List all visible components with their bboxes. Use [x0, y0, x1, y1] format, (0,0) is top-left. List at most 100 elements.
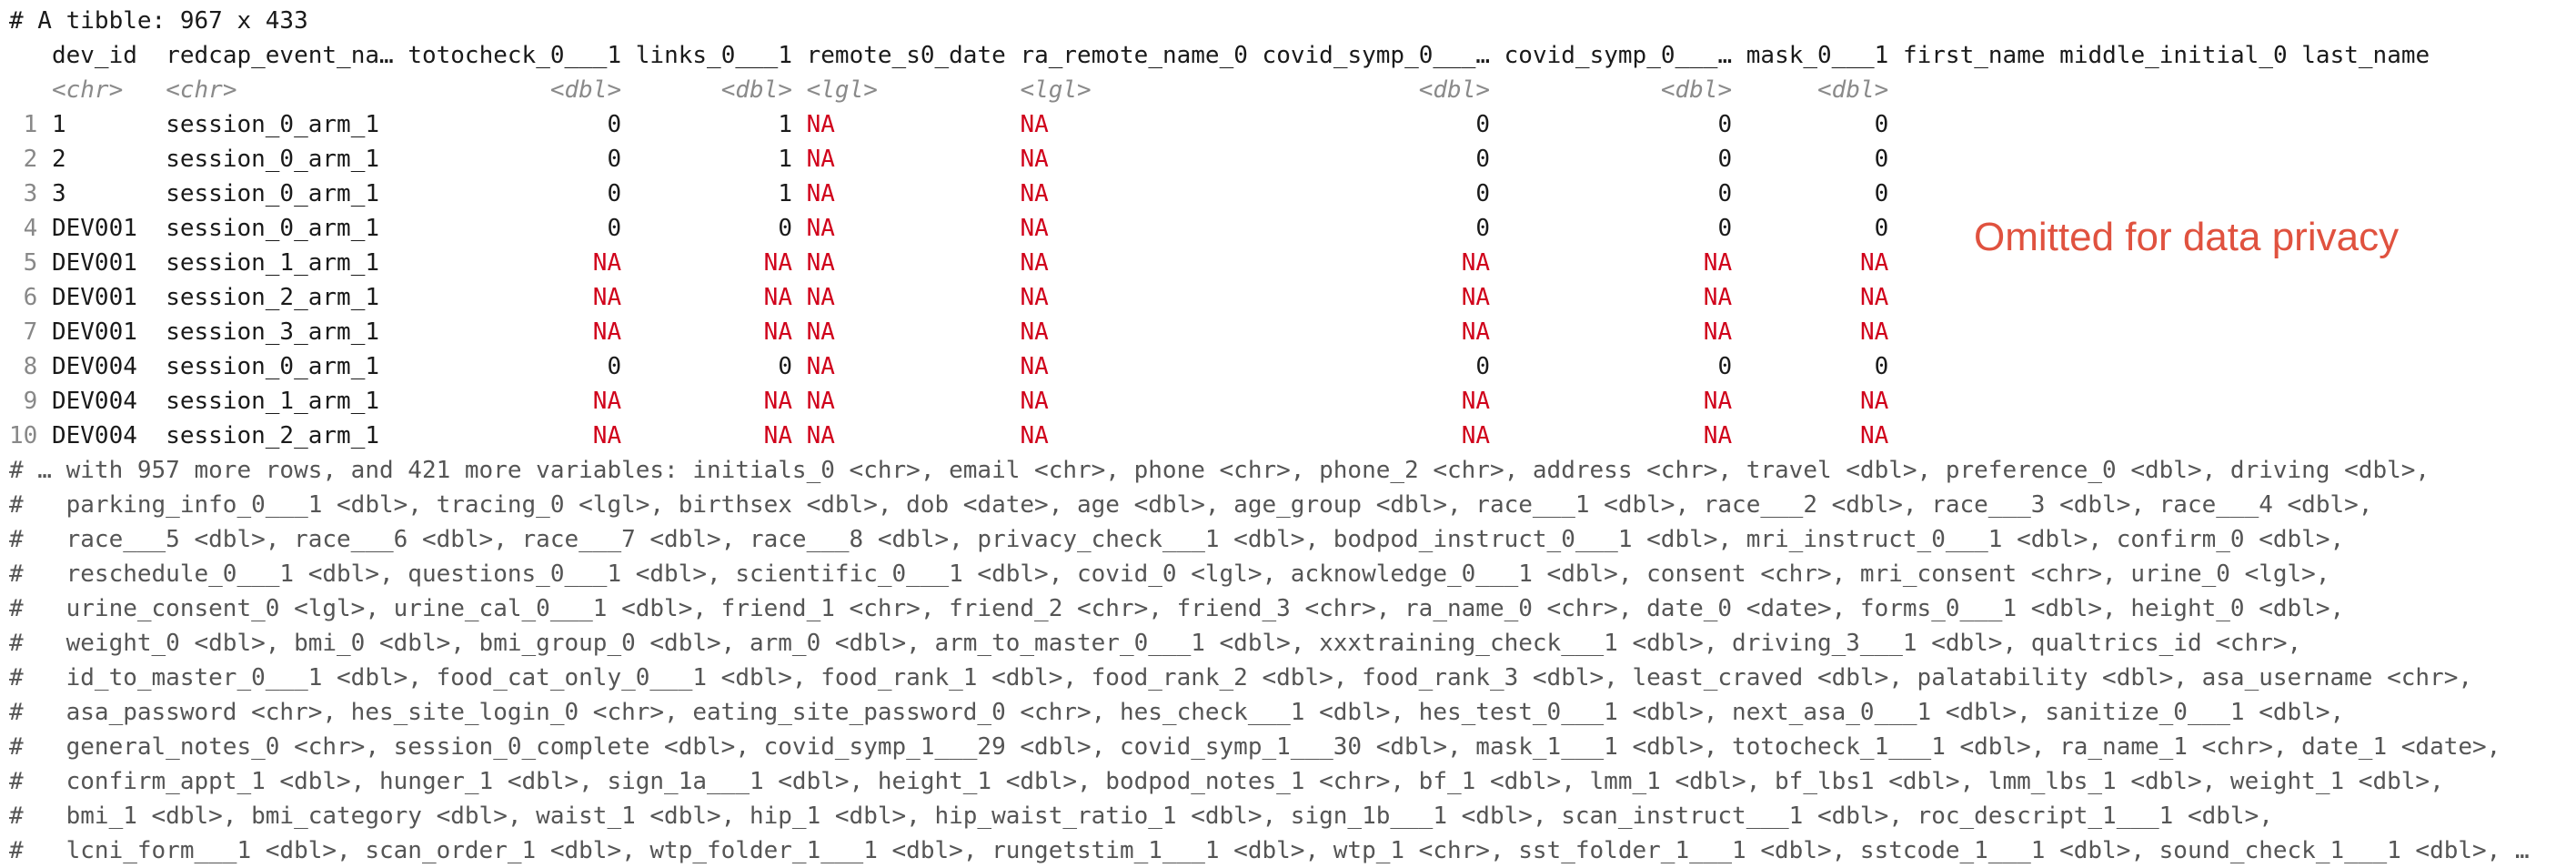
table-cell: 1: [51, 111, 152, 138]
table-cell: NA: [1020, 180, 1248, 207]
table-cell: session_0_arm_1: [166, 111, 394, 138]
table-cell: 2: [51, 146, 152, 173]
table-cell: 0: [1504, 180, 1733, 207]
table-cell: 0: [1262, 180, 1490, 207]
table-cell: 0: [408, 146, 622, 173]
column-type: <dbl>: [1504, 76, 1733, 104]
table-cell: NA: [635, 249, 792, 277]
column-header: covid_symp_0___…: [1504, 42, 1733, 69]
table-cell: 0: [1504, 215, 1733, 242]
column-type: <chr>: [166, 76, 394, 104]
table-cell: NA: [1262, 318, 1490, 346]
footer-line: # race___5 <dbl>, race___6 <dbl>, race__…: [9, 526, 2345, 553]
table-cell: session_0_arm_1: [166, 146, 394, 173]
row-number: 10: [9, 422, 38, 449]
table-cell: 3: [51, 180, 152, 207]
table-cell: NA: [806, 388, 1006, 415]
table-cell: NA: [1262, 422, 1490, 449]
column-header: first_name: [1902, 42, 2046, 69]
footer-line: # parking_info_0___1 <dbl>, tracing_0 <l…: [9, 491, 2373, 519]
table-cell: NA: [1020, 249, 1248, 277]
column-type: <lgl>: [806, 76, 1006, 104]
table-cell: 0: [635, 353, 792, 380]
table-cell: NA: [1020, 146, 1248, 173]
footer-line: # id_to_master_0___1 <dbl>, food_cat_onl…: [9, 664, 2473, 691]
table-row: 10 DEV004 session_2_arm_1 NA NA NA NA NA…: [9, 419, 2567, 453]
column-type: <chr>: [51, 76, 152, 104]
column-header: middle_initial_0: [2059, 42, 2288, 69]
footer-line: # reschedule_0___1 <dbl>, questions_0___…: [9, 560, 2330, 588]
table-cell: NA: [1020, 353, 1248, 380]
row-number: 7: [9, 318, 38, 346]
table-cell: DEV004: [51, 388, 152, 415]
table-cell: DEV001: [51, 215, 152, 242]
table-row: 2 2 session_0_arm_1 0 1 NA NA 0 0 0: [9, 142, 2567, 177]
table-cell: NA: [1020, 388, 1248, 415]
table-cell: NA: [1504, 422, 1733, 449]
table-cell: NA: [1020, 111, 1248, 138]
table-row: 8 DEV004 session_0_arm_1 0 0 NA NA 0 0 0: [9, 349, 2567, 384]
table-cell: NA: [806, 180, 1006, 207]
column-header: mask_0___1: [1746, 42, 1889, 69]
row-number: 2: [9, 146, 38, 173]
table-cell: NA: [1746, 422, 1889, 449]
table-cell: DEV004: [51, 353, 152, 380]
column-header: covid_symp_0___…: [1262, 42, 1490, 69]
table-row: 6 DEV001 session_2_arm_1 NA NA NA NA NA …: [9, 280, 2567, 315]
table-cell: NA: [1020, 284, 1248, 311]
table-cell: DEV001: [51, 249, 152, 277]
table-cell: session_3_arm_1: [166, 318, 394, 346]
column-type: <lgl>: [1020, 76, 1248, 104]
table-cell: NA: [806, 318, 1006, 346]
table-cell: NA: [635, 422, 792, 449]
table-cell: session_1_arm_1: [166, 249, 394, 277]
table-cell: NA: [635, 388, 792, 415]
table-cell: DEV001: [51, 318, 152, 346]
row-number: 4: [9, 215, 38, 242]
footer-line: # bmi_1 <dbl>, bmi_category <dbl>, waist…: [9, 802, 2273, 830]
table-cell: 0: [408, 180, 622, 207]
column-header: remote_s0_date: [806, 42, 1006, 69]
table-row: 1 1 session_0_arm_1 0 1 NA NA 0 0 0: [9, 107, 2567, 142]
column-header: last_name: [2301, 42, 2430, 69]
table-cell: 0: [1746, 215, 1889, 242]
tibble-header: # A tibble: 967 x 433: [9, 7, 308, 35]
footer-line: # lcni_form___1 <dbl>, scan_order_1 <dbl…: [9, 837, 2530, 864]
table-cell: NA: [1020, 215, 1248, 242]
footer-line: # asa_password <chr>, hes_site_login_0 <…: [9, 699, 2345, 726]
column-header: ra_remote_name_0: [1020, 42, 1248, 69]
table-cell: NA: [1504, 284, 1733, 311]
table-cell: NA: [635, 284, 792, 311]
table-cell: session_0_arm_1: [166, 180, 394, 207]
table-cell: 0: [635, 215, 792, 242]
table-cell: NA: [1746, 318, 1889, 346]
footer-line: # general_notes_0 <chr>, session_0_compl…: [9, 733, 2501, 761]
table-cell: NA: [408, 422, 622, 449]
table-cell: 0: [1504, 111, 1733, 138]
column-type: <dbl>: [408, 76, 622, 104]
table-cell: 0: [1262, 215, 1490, 242]
table-cell: NA: [1020, 422, 1248, 449]
column-header: redcap_event_na…: [166, 42, 394, 69]
row-number: 9: [9, 388, 38, 415]
column-type: [2059, 76, 2287, 104]
table-cell: 0: [1262, 111, 1490, 138]
column-types-row: <chr> <chr> <dbl> <dbl> <lgl> <lgl> <dbl…: [9, 73, 2567, 107]
table-cell: NA: [408, 284, 622, 311]
table-cell: session_2_arm_1: [166, 422, 394, 449]
footer-line: # urine_consent_0 <lgl>, urine_cal_0___1…: [9, 595, 2345, 622]
table-cell: NA: [1504, 318, 1733, 346]
privacy-note: Omitted for data privacy: [1974, 215, 2400, 259]
table-cell: NA: [806, 215, 1006, 242]
table-cell: NA: [1504, 249, 1733, 277]
row-number: 1: [9, 111, 38, 138]
table-cell: DEV001: [51, 284, 152, 311]
table-cell: NA: [806, 146, 1006, 173]
row-number: 5: [9, 249, 38, 277]
table-cell: 0: [408, 353, 622, 380]
table-cell: NA: [635, 318, 792, 346]
table-cell: DEV004: [51, 422, 152, 449]
table-cell: session_0_arm_1: [166, 215, 394, 242]
table-cell: session_1_arm_1: [166, 388, 394, 415]
table-cell: 0: [1262, 353, 1490, 380]
